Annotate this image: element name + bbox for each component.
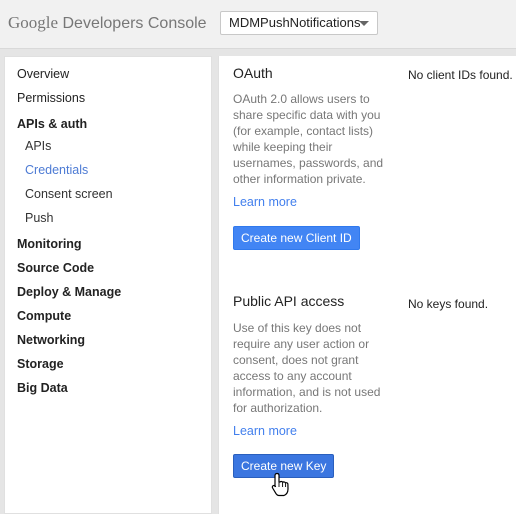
sidebar-item-overview[interactable]: Overview bbox=[17, 67, 69, 81]
project-selector[interactable]: MDMPushNotifications bbox=[220, 11, 378, 35]
public-api-learn-more-link[interactable]: Learn more bbox=[233, 424, 297, 438]
sidebar-item-networking[interactable]: Networking bbox=[17, 333, 85, 347]
logo[interactable]: Google Developers Console bbox=[8, 13, 207, 33]
public-api-heading: Public API access bbox=[233, 293, 345, 309]
sidebar-item-compute[interactable]: Compute bbox=[17, 309, 71, 323]
keys-status: No keys found. bbox=[408, 297, 489, 311]
sidebar-item-monitoring[interactable]: Monitoring bbox=[17, 237, 82, 251]
sidebar-item-storage[interactable]: Storage bbox=[17, 357, 64, 371]
google-logo: Google bbox=[8, 13, 59, 32]
public-api-description: Use of this key does not require any use… bbox=[233, 321, 381, 415]
sidebar-item-push[interactable]: Push bbox=[25, 211, 54, 225]
sidebar-item-apis[interactable]: APIs bbox=[25, 139, 51, 153]
oauth-description: OAuth 2.0 allows users to share specific… bbox=[233, 92, 384, 186]
oauth-status: No client IDs found. bbox=[408, 68, 513, 82]
sidebar: Overview Permissions APIs & auth APIs Cr… bbox=[4, 56, 212, 514]
oauth-heading: OAuth bbox=[233, 65, 273, 81]
oauth-learn-more-link[interactable]: Learn more bbox=[233, 195, 297, 209]
sidebar-item-apis-auth[interactable]: APIs & auth bbox=[17, 117, 87, 131]
sidebar-item-credentials[interactable]: Credentials bbox=[25, 163, 88, 177]
sidebar-item-consent-screen[interactable]: Consent screen bbox=[25, 187, 113, 201]
sidebar-item-big-data[interactable]: Big Data bbox=[17, 381, 68, 395]
app-title: Developers Console bbox=[62, 15, 207, 32]
chevron-down-icon bbox=[359, 21, 369, 26]
create-client-id-button[interactable]: Create new Client ID bbox=[233, 226, 360, 250]
sidebar-item-source-code[interactable]: Source Code bbox=[17, 261, 94, 275]
sidebar-item-deploy-manage[interactable]: Deploy & Manage bbox=[17, 285, 121, 299]
credentials-panel: OAuth OAuth 2.0 allows users to share sp… bbox=[218, 56, 516, 514]
project-name: MDMPushNotifications bbox=[229, 15, 361, 30]
hand-cursor-icon bbox=[271, 472, 289, 497]
sidebar-item-permissions[interactable]: Permissions bbox=[17, 91, 85, 105]
top-bar: Google Developers Console MDMPushNotific… bbox=[0, 0, 516, 49]
